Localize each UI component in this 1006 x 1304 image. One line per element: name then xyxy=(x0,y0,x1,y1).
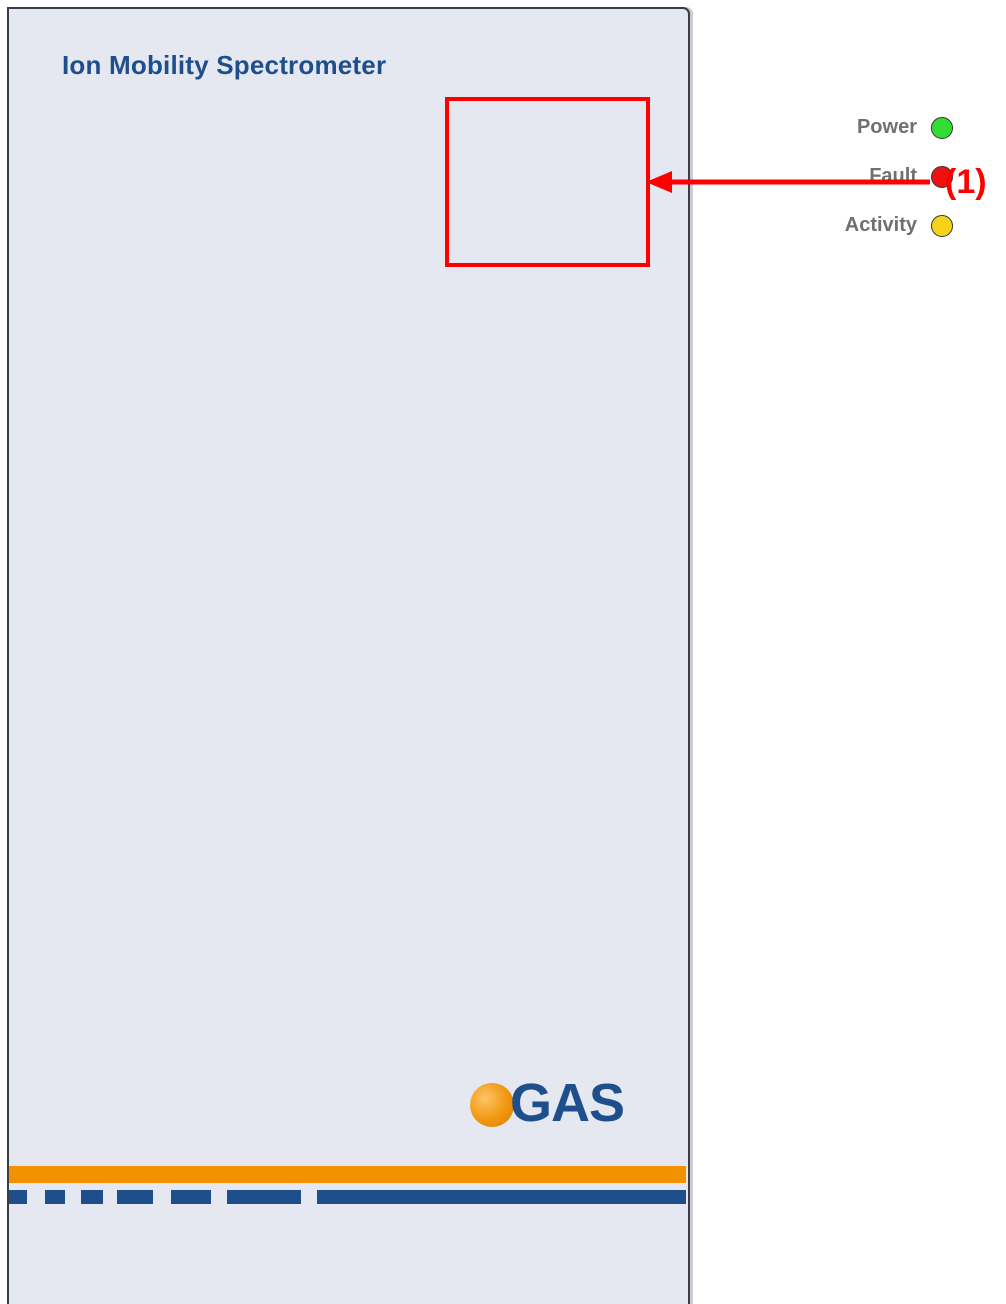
device-title: Ion Mobility Spectrometer xyxy=(62,50,387,80)
indicator-highlight-box xyxy=(445,97,650,267)
left-arrow-icon xyxy=(646,171,930,193)
stripe-dash xyxy=(9,1190,27,1204)
stripe-dash xyxy=(227,1190,301,1204)
diagram-canvas: Ion Mobility Spectrometer Power Fault Ac… xyxy=(0,0,1006,1304)
green-led-icon xyxy=(931,116,953,139)
yellow-led-icon xyxy=(931,214,953,237)
logo-text: GAS xyxy=(510,1073,625,1133)
blue-dashed-stripe xyxy=(9,1190,686,1204)
indicator-activity-label: Activity xyxy=(844,214,917,236)
orange-stripe xyxy=(9,1166,686,1183)
gas-logo: GAS xyxy=(470,1073,625,1133)
stripe-dash xyxy=(81,1190,103,1204)
stripe-dash xyxy=(317,1190,686,1204)
logo-ball-icon xyxy=(470,1083,514,1127)
indicator-activity: Activity xyxy=(845,214,953,237)
stripe-dash xyxy=(171,1190,211,1204)
indicator-power-label: Power xyxy=(856,116,917,138)
stripe-dash xyxy=(45,1190,65,1204)
callout-label: (1) xyxy=(945,163,987,201)
stripe-dash xyxy=(117,1190,153,1204)
indicator-power: Power xyxy=(857,116,953,139)
